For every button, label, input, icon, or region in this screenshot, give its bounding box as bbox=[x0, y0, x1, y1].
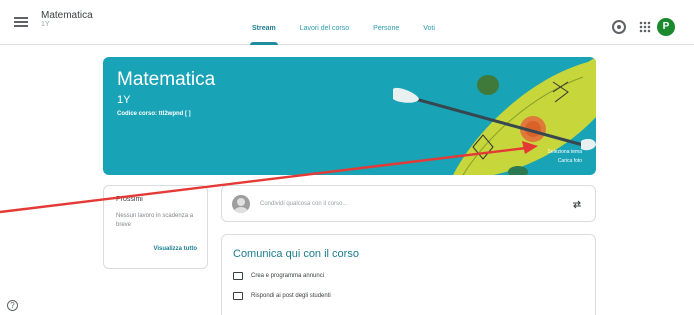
communicate-card: Comunica qui con il corso Crea e program… bbox=[221, 234, 596, 315]
help-icon[interactable]: ? bbox=[7, 300, 18, 311]
tab-grades[interactable]: Voti bbox=[411, 0, 447, 45]
banner-title: Matematica bbox=[117, 69, 216, 90]
upcoming-card: Prossimi Nessun lavoro in scadenza a bre… bbox=[103, 185, 208, 269]
class-code[interactable]: Codice corso: ttl2wpnd [ ] bbox=[117, 111, 191, 117]
tab-stream[interactable]: Stream bbox=[240, 0, 288, 45]
top-bar: Matematica 1Y Stream Lavori del corso Pe… bbox=[0, 0, 694, 45]
class-banner: Matematica 1Y Codice corso: ttl2wpnd [ ]… bbox=[103, 57, 596, 175]
apps-grid-icon[interactable] bbox=[639, 21, 651, 33]
upcoming-text: Nessun lavoro in scadenza a breve bbox=[116, 213, 194, 228]
main-menu-icon[interactable] bbox=[14, 17, 28, 27]
gear-icon[interactable] bbox=[612, 20, 626, 34]
announcement-icon bbox=[233, 272, 243, 280]
announce-placeholder[interactable]: Condividi qualcosa con il corso... bbox=[260, 201, 347, 207]
repost-icon[interactable] bbox=[572, 200, 582, 209]
select-theme-link[interactable]: Seleziona tema bbox=[548, 149, 582, 155]
upload-photo-link[interactable]: Carica foto bbox=[558, 158, 582, 164]
announce-box[interactable]: Condividi qualcosa con il corso... bbox=[221, 185, 596, 222]
communicate-title: Comunica qui con il corso bbox=[233, 248, 359, 260]
avatar[interactable]: P bbox=[657, 18, 675, 36]
header-section: 1Y bbox=[41, 21, 50, 28]
create-announcements-item[interactable]: Crea e programma annunci bbox=[233, 272, 324, 280]
view-all-link[interactable]: Visualizza tutto bbox=[153, 246, 197, 252]
tab-bar: Stream Lavori del corso Persone Voti bbox=[240, 0, 447, 45]
reply-posts-label: Rispondi ai post degli studenti bbox=[251, 293, 331, 299]
comment-icon bbox=[233, 292, 243, 300]
tab-classwork[interactable]: Lavori del corso bbox=[288, 0, 361, 45]
tab-people[interactable]: Persone bbox=[361, 0, 411, 45]
create-announcements-label: Crea e programma annunci bbox=[251, 273, 325, 279]
banner-subtitle: 1Y bbox=[117, 94, 131, 106]
reply-posts-item[interactable]: Rispondi ai post degli studenti bbox=[233, 292, 331, 300]
upcoming-title: Prossimi bbox=[116, 196, 143, 203]
header-class-name[interactable]: Matematica bbox=[41, 10, 93, 21]
user-avatar-icon bbox=[232, 195, 250, 213]
